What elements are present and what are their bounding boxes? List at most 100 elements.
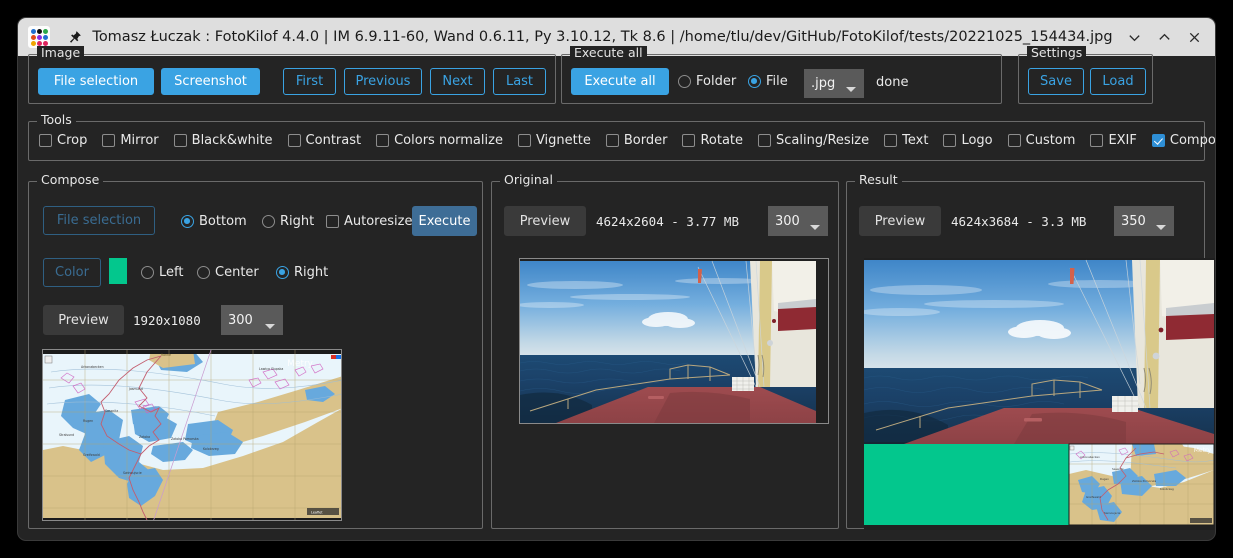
tool-label: Text — [902, 133, 929, 148]
svg-text:Zatoka Pomorska: Zatoka Pomorska — [1132, 479, 1157, 483]
compose-preview-button[interactable]: Preview — [43, 305, 124, 335]
checkbox-indicator[interactable] — [758, 134, 772, 147]
checkbox-indicator[interactable] — [943, 134, 957, 147]
previous-button[interactable]: Previous — [344, 68, 422, 95]
tools-group: Tools Crop Mirror Black&white Contrast C… — [28, 113, 1215, 161]
compose-execute-button[interactable]: Execute — [412, 206, 477, 236]
tool-checkbox-compose[interactable]: Compose — [1151, 133, 1215, 148]
chevron-down-icon[interactable] — [810, 225, 820, 230]
right-align-radio-indicator[interactable] — [276, 266, 289, 279]
screenshot-button[interactable]: Screenshot — [161, 68, 260, 95]
tool-checkbox-mirror[interactable]: Mirror — [102, 133, 159, 148]
last-button[interactable]: Last — [493, 68, 546, 95]
compose-file-selection-button[interactable]: File selection — [43, 206, 155, 235]
compose-center-radio[interactable]: Center — [197, 265, 259, 280]
minimize-button[interactable] — [1119, 22, 1149, 52]
checkbox-indicator[interactable] — [102, 134, 116, 147]
tool-checkbox-rotate[interactable]: Rotate — [682, 133, 743, 148]
next-button[interactable]: Next — [430, 68, 485, 95]
checkbox-indicator[interactable] — [39, 134, 52, 147]
left-radio-indicator[interactable] — [141, 266, 154, 279]
window-controls — [1119, 22, 1209, 52]
settings-group-label: Settings — [1027, 46, 1087, 60]
sailboat-sea-photo-thumbnail — [520, 259, 828, 423]
compose-group-label: Compose — [37, 173, 104, 187]
checkbox-indicator[interactable] — [1007, 134, 1021, 147]
tool-checkbox-black-and-white[interactable]: Black&white — [173, 133, 273, 148]
checkbox-indicator[interactable] — [1090, 134, 1104, 147]
tool-checkbox-custom[interactable]: Custom — [1007, 133, 1075, 148]
tool-checkbox-contrast[interactable]: Contrast — [287, 133, 361, 148]
checkbox-indicator[interactable] — [376, 134, 390, 147]
compose-right-align-radio[interactable]: Right — [276, 265, 328, 280]
result-zoom-combobox[interactable]: 350 — [1114, 206, 1174, 236]
tool-checkbox-logo[interactable]: Logo — [943, 133, 993, 148]
maximize-button[interactable] — [1149, 22, 1179, 52]
compose-autoresize-checkbox[interactable]: Autoresize — [326, 214, 412, 229]
tool-label: Border — [623, 133, 668, 148]
compose-right-radio[interactable]: Right — [262, 214, 314, 229]
original-preview-button[interactable]: Preview — [504, 206, 586, 236]
bottom-radio-indicator[interactable] — [181, 215, 194, 228]
tool-checkbox-crop[interactable]: Crop — [39, 133, 87, 148]
tool-checkbox-exif[interactable]: EXIF — [1090, 133, 1137, 148]
svg-text:Rugen: Rugen — [1100, 477, 1109, 481]
pin-icon[interactable] — [64, 27, 84, 47]
tool-label: Colors normalize — [394, 133, 503, 148]
tool-checkbox-border[interactable]: Border — [605, 133, 668, 148]
svg-text:Rugen: Rugen — [83, 419, 93, 423]
file-selection-button[interactable]: File selection — [38, 68, 154, 95]
settings-save-button[interactable]: Save — [1028, 68, 1084, 95]
checkbox-indicator[interactable] — [326, 215, 339, 228]
checkbox-indicator[interactable] — [173, 134, 187, 147]
original-thumbnail[interactable] — [519, 258, 829, 424]
chevron-down-icon[interactable] — [1156, 225, 1166, 230]
close-button[interactable] — [1179, 22, 1209, 52]
right-radio-indicator[interactable] — [262, 215, 275, 228]
image-group: Image File selection Screenshot First Pr… — [28, 46, 556, 104]
file-radio[interactable]: File — [748, 74, 788, 89]
tool-checkbox-vignette[interactable]: Vignette — [517, 133, 591, 148]
checkbox-indicator[interactable] — [605, 134, 619, 147]
chevron-down-icon[interactable] — [265, 324, 275, 329]
checkbox-indicator[interactable] — [884, 134, 898, 147]
extension-combobox[interactable]: .jpg — [804, 69, 864, 98]
folder-radio[interactable]: Folder — [678, 74, 736, 89]
tool-label: Mirror — [120, 133, 159, 148]
right-align-radio-label: Right — [294, 265, 329, 280]
compose-green-band — [864, 444, 1069, 525]
checkbox-indicator[interactable] — [1151, 134, 1165, 147]
result-preview-button[interactable]: Preview — [859, 206, 941, 236]
file-radio-indicator[interactable] — [748, 75, 761, 88]
tool-checkbox-colors-normalize[interactable]: Colors normalize — [376, 133, 503, 148]
checkbox-indicator[interactable] — [517, 134, 531, 147]
svg-text:Metry: Metry — [287, 359, 314, 369]
sailboat-photo-composed-with-map-thumbnail: Arkonabecken Sassnitz Rugen Zatoka Pomor… — [864, 258, 1215, 530]
checkbox-indicator[interactable] — [682, 134, 696, 147]
chevron-down-icon[interactable] — [846, 87, 856, 92]
tool-checkbox-scaling-resize[interactable]: Scaling/Resize — [758, 133, 869, 148]
svg-text:Greifswald: Greifswald — [83, 453, 100, 457]
settings-load-button[interactable]: Load — [1090, 68, 1146, 95]
tool-checkbox-text[interactable]: Text — [884, 133, 928, 148]
first-button[interactable]: First — [283, 68, 336, 95]
image-group-label: Image — [37, 46, 85, 60]
result-thumbnail[interactable]: Arkonabecken Sassnitz Rugen Zatoka Pomor… — [864, 258, 1215, 530]
folder-radio-indicator[interactable] — [678, 75, 691, 88]
compose-zoom-combobox[interactable]: 300 — [221, 305, 283, 335]
svg-text:Swinoujscie: Swinoujscie — [1104, 511, 1121, 515]
svg-text:Leaflet: Leaflet — [311, 511, 323, 515]
compose-left-radio[interactable]: Left — [141, 265, 183, 280]
original-zoom-combobox[interactable]: 300 — [768, 206, 828, 236]
compose-color-button[interactable]: Color — [43, 258, 101, 287]
svg-text:Kolobrzeg: Kolobrzeg — [1160, 487, 1174, 491]
checkbox-indicator[interactable] — [287, 134, 301, 147]
execute-all-button[interactable]: Execute all — [571, 68, 669, 95]
tool-label: EXIF — [1108, 133, 1137, 148]
nautical-chart-map-thumbnail: Arkonabecken Jasmund Lawica Slupska Sass… — [43, 350, 341, 520]
compose-color-swatch[interactable] — [109, 258, 127, 284]
composed-map-region: Arkonabecken Sassnitz Rugen Zatoka Pomor… — [1068, 443, 1215, 526]
compose-bottom-radio[interactable]: Bottom — [181, 214, 247, 229]
center-radio-indicator[interactable] — [197, 266, 210, 279]
compose-thumbnail[interactable]: Arkonabecken Jasmund Lawica Slupska Sass… — [42, 349, 342, 521]
